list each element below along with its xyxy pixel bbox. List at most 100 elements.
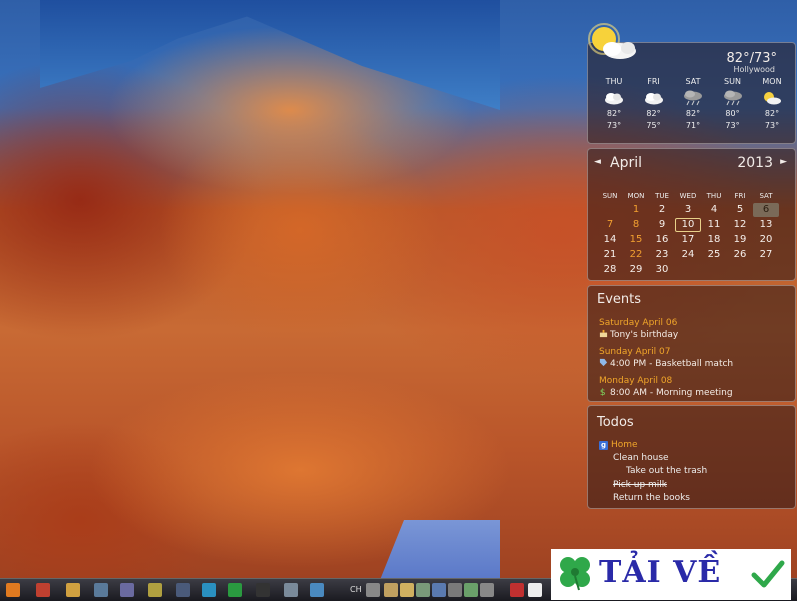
todo-item[interactable]: Take out the trash	[626, 466, 707, 476]
calendar-day[interactable]: 18	[701, 233, 727, 247]
firefox-icon[interactable]	[6, 583, 20, 597]
forecast-low: 73°	[764, 121, 780, 130]
calendar-day[interactable]: 5	[727, 203, 753, 217]
todo-list-label: Home	[611, 440, 638, 450]
tray-icon[interactable]	[448, 583, 462, 597]
weekday-label: FRI	[734, 192, 746, 200]
calendar-day[interactable]: 20	[753, 233, 779, 247]
calendar-day[interactable]: 22	[623, 248, 649, 262]
logo-text: TẢI VỀ	[599, 555, 722, 590]
app-icon[interactable]	[310, 583, 324, 597]
tray-icon[interactable]	[510, 583, 524, 597]
app-icon[interactable]	[148, 583, 162, 597]
calendar-day[interactable]: 23	[649, 248, 675, 262]
forecast-day: SUN 80° 73°	[715, 76, 751, 132]
tray-icon[interactable]	[528, 583, 542, 597]
forecast-high: 82°	[646, 109, 661, 118]
calendar-day-selected[interactable]: 6	[753, 203, 779, 217]
skype-icon[interactable]	[202, 583, 216, 597]
storm-icon	[684, 90, 702, 106]
terminal-icon[interactable]	[256, 583, 270, 597]
calendar-day[interactable]: 27	[753, 248, 779, 262]
calendar-day[interactable]: 19	[727, 233, 753, 247]
calendar-day[interactable]: 8	[623, 218, 649, 232]
event-item[interactable]: Monday April 08 $8:00 AM - Morning meeti…	[599, 375, 733, 399]
todo-item-completed[interactable]: Pick up milk	[613, 480, 667, 490]
todo-item[interactable]: Clean house	[613, 453, 669, 463]
language-indicator[interactable]: CH	[350, 585, 362, 594]
forecast-row: THU 82° 73° FRI 82° 75° SAT 82° 71° SUN …	[596, 76, 790, 132]
forecast-low: 73°	[606, 121, 622, 130]
calendar-day[interactable]: 15	[623, 233, 649, 247]
weekday-label: SAT	[759, 192, 773, 200]
next-month-button[interactable]: ►	[780, 157, 787, 167]
google-icon: g	[599, 441, 608, 450]
app-icon[interactable]	[120, 583, 134, 597]
app-icon[interactable]	[176, 583, 190, 597]
calendar-day[interactable]: 29	[623, 263, 649, 277]
event-item[interactable]: Saturday April 06 Tony's birthday	[599, 317, 678, 341]
previous-month-button[interactable]: ◄	[594, 157, 601, 167]
excel-icon[interactable]	[228, 583, 242, 597]
tray-icon[interactable]	[432, 583, 446, 597]
app-icon[interactable]	[94, 583, 108, 597]
calendar-day[interactable]: 3	[675, 203, 701, 217]
forecast-day-label: MON	[762, 77, 782, 86]
tray-icon[interactable]	[464, 583, 478, 597]
todo-list-home[interactable]: g Home	[599, 440, 638, 450]
todos-gadget: Todos g Home Clean house Take out the tra…	[587, 405, 796, 509]
forecast-day: MON 82° 73°	[754, 76, 790, 132]
calendar-day[interactable]: 28	[597, 263, 623, 277]
calendar-grid: SUN MON TUE WED THU FRI SAT 1 2 3 4 5 6 7 8 9 10 11 12 13 14…	[597, 191, 789, 277]
weather-gadget[interactable]: 82°/73° Hollywood THU 82° 73° FRI 82° 75…	[587, 23, 796, 144]
partly-cloudy-icon	[605, 93, 623, 105]
calendar-day[interactable]: 26	[727, 248, 753, 262]
todo-item[interactable]: Return the books	[613, 493, 690, 503]
forecast-day: SAT 82° 71°	[675, 76, 711, 132]
svg-text:$: $	[600, 388, 606, 396]
calendar-day[interactable]: 16	[649, 233, 675, 247]
app-icon[interactable]	[66, 583, 80, 597]
event-item[interactable]: Sunday April 07 4:00 PM - Basketball mat…	[599, 346, 733, 370]
calendar-day[interactable]: 17	[675, 233, 701, 247]
tray-icon[interactable]	[400, 583, 414, 597]
tray-icon[interactable]	[416, 583, 430, 597]
clover-icon	[560, 557, 590, 591]
weekday-label: TUE	[655, 192, 669, 200]
tray-icon[interactable]	[480, 583, 494, 597]
forecast-low: 75°	[646, 121, 661, 130]
calendar-day[interactable]: 14	[597, 233, 623, 247]
taive-logo: TẢI VỀ	[551, 549, 791, 600]
calendar-day[interactable]: 30	[649, 263, 675, 277]
calendar-day-today[interactable]: 10	[675, 218, 701, 232]
calendar-day[interactable]: 1	[623, 203, 649, 217]
sun-cloud-icon	[588, 23, 636, 59]
event-text: 8:00 AM - Morning meeting	[610, 388, 733, 398]
calendar-day[interactable]: 25	[701, 248, 727, 262]
calendar-day[interactable]: 13	[753, 218, 779, 232]
calendar-day[interactable]: 12	[727, 218, 753, 232]
forecast-day: THU 82° 73°	[596, 76, 632, 132]
storm-icon	[723, 90, 742, 106]
calendar-day[interactable]: 2	[649, 203, 675, 217]
calendar-day[interactable]: 11	[701, 218, 727, 232]
app-icon[interactable]	[36, 583, 50, 597]
calendar-day[interactable]: 7	[597, 218, 623, 232]
tray-icon[interactable]	[366, 583, 380, 597]
event-date: Monday April 08	[599, 376, 673, 386]
calendar-day[interactable]: 24	[675, 248, 701, 262]
calendar-day[interactable]: 9	[649, 218, 675, 232]
cake-icon	[599, 329, 608, 338]
event-date: Saturday April 06	[599, 318, 678, 328]
calendar-day[interactable]: 4	[701, 203, 727, 217]
weekday-label: WED	[679, 192, 697, 200]
app-icon[interactable]	[284, 583, 298, 597]
checkmark-icon	[751, 560, 785, 588]
weather-location: Hollywood	[733, 65, 776, 74]
tray-icon[interactable]	[384, 583, 398, 597]
forecast-day-label: FRI	[647, 77, 660, 86]
todos-title: Todos	[597, 415, 634, 430]
calendar-day[interactable]: 21	[597, 248, 623, 262]
forecast-high: 82°	[764, 109, 780, 118]
weekday-label: THU	[706, 192, 722, 200]
